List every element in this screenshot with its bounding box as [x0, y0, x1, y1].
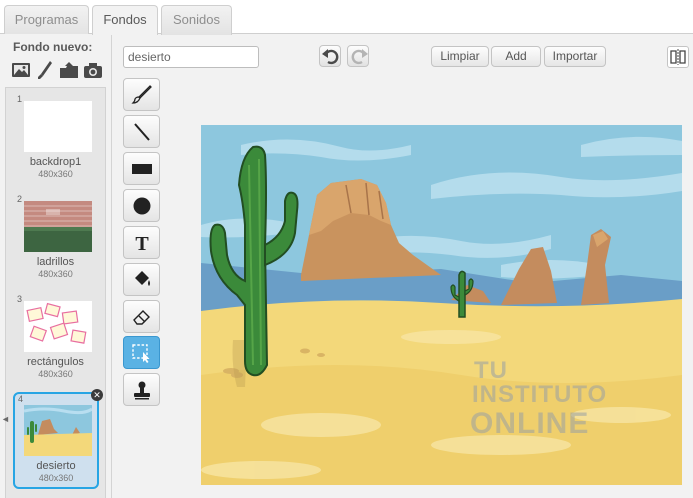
add-button[interactable]: Add: [491, 46, 541, 67]
camera-icon[interactable]: [82, 59, 104, 81]
backdrop-thumbnail: [24, 201, 92, 252]
flip-icon: [670, 49, 686, 65]
fill-tool[interactable]: [123, 263, 160, 296]
backdrop-item-desierto[interactable]: 4 ✕ desierto 480x360: [13, 389, 103, 489]
eraser-tool[interactable]: [123, 300, 160, 333]
new-backdrop-icons: [10, 59, 106, 81]
backdrop-item-rectangulos[interactable]: 3 rectángulos 480x360: [11, 292, 100, 389]
stamp-tool[interactable]: [123, 373, 160, 406]
svg-text:T: T: [135, 233, 149, 254]
upload-icon[interactable]: [58, 59, 80, 81]
ellipse-tool[interactable]: [123, 189, 160, 222]
import-button[interactable]: Importar: [544, 46, 606, 67]
backdrop-item-backdrop1[interactable]: 1 backdrop1 480x360: [11, 92, 100, 189]
backdrop-number: 3: [17, 294, 23, 304]
backdrop-name: ladrillos: [36, 256, 75, 268]
text-tool[interactable]: T: [123, 226, 160, 259]
tab-fondos[interactable]: Fondos: [92, 5, 158, 35]
backdrop-sidebar: Fondo nuevo: 1 backdrop1 480x360 2 ladri…: [0, 34, 112, 498]
backdrop-number: 1: [17, 94, 23, 104]
scratch-editor: Programas Fondos Sonidos Fondo nuevo: 1: [0, 0, 693, 498]
backdrop-size: 480x360: [38, 269, 73, 279]
image-icon[interactable]: [10, 59, 32, 81]
backdrop-list: 1 backdrop1 480x360 2 ladrillos 480x360 …: [5, 87, 106, 498]
backdrop-name: desierto: [36, 460, 76, 472]
backdrop-thumbnail: [24, 301, 92, 352]
stamp-icon: [134, 381, 150, 400]
rectangle-icon: [132, 164, 152, 174]
fill-bucket-icon: [135, 271, 150, 286]
backdrop-size: 480x360: [38, 169, 73, 179]
watermark: TU INSTITUTO ONLINE: [470, 355, 630, 450]
line-icon: [134, 123, 150, 141]
tab-sonidos[interactable]: Sonidos: [161, 5, 232, 35]
backdrop-size: 480x360: [38, 473, 74, 483]
tab-bar: Programas Fondos Sonidos: [0, 0, 693, 35]
backdrop-name: rectángulos: [27, 356, 84, 368]
backdrop-thumbnail: [24, 405, 92, 456]
watermark-line2: INSTITUTO: [472, 381, 608, 408]
paint-editor: Limpiar Add Importar T: [113, 35, 693, 498]
text-icon: T: [135, 233, 149, 254]
tab-programas[interactable]: Programas: [4, 5, 89, 35]
backdrop-name: backdrop1: [29, 156, 82, 168]
ellipse-icon: [133, 197, 151, 215]
backdrop-number: 2: [17, 194, 23, 204]
select-icon: [132, 344, 150, 363]
paint-canvas[interactable]: TU INSTITUTO ONLINE: [201, 125, 682, 485]
backdrop-size: 480x360: [38, 369, 73, 379]
new-backdrop-label: Fondo nuevo:: [13, 40, 93, 54]
watermark-line3: ONLINE: [470, 407, 590, 440]
backdrop-item-ladrillos[interactable]: 2 ladrillos 480x360: [11, 192, 100, 289]
undo-icon: [322, 49, 339, 65]
eraser-icon: [133, 310, 150, 325]
backdrop-name-input[interactable]: [123, 46, 259, 68]
undo-button[interactable]: [319, 45, 341, 67]
redo-button[interactable]: [347, 45, 369, 67]
paintbrush-tool[interactable]: [123, 78, 160, 111]
backdrop-thumbnail: [24, 101, 92, 152]
clear-button[interactable]: Limpiar: [431, 46, 489, 67]
paintbrush-icon[interactable]: [35, 59, 57, 81]
scroll-left-icon[interactable]: ◄: [1, 414, 10, 424]
rectangle-tool[interactable]: [123, 152, 160, 185]
line-tool[interactable]: [123, 115, 160, 148]
redo-icon: [351, 49, 368, 65]
delete-backdrop-button[interactable]: ✕: [91, 389, 103, 401]
backdrop-number: 4: [18, 394, 24, 404]
flip-button[interactable]: [667, 46, 689, 68]
select-tool[interactable]: [123, 336, 160, 369]
paintbrush-icon: [131, 85, 152, 104]
